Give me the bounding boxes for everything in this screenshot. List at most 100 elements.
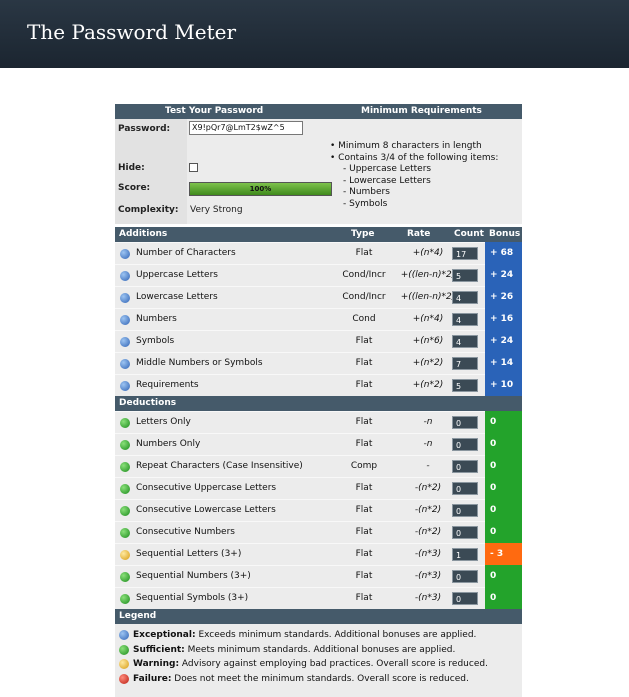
row-name: Numbers Only	[136, 439, 201, 449]
check-icon[interactable]	[120, 484, 130, 494]
row-rate: +(n*4)	[412, 248, 444, 258]
row-rate: +(n*4)	[412, 314, 444, 324]
test-section: Password: X9!pQr7@LmT2$wZ^5 Hide: Score:…	[115, 119, 522, 224]
site-header: The Password Meter	[0, 0, 629, 68]
rate-column-heading: Rate	[407, 229, 431, 239]
row-type: Flat	[355, 571, 373, 581]
info-icon[interactable]	[120, 381, 130, 391]
row-name: Numbers	[136, 314, 177, 324]
legend-item: Exceptional: Exceeds minimum standards. …	[115, 628, 522, 643]
legend-term: Sufficient:	[133, 644, 185, 655]
row-type: Cond/Incr	[342, 270, 386, 280]
deduction-row: Sequential Numbers (3+) Flat -(n*3) 0 0	[115, 565, 522, 588]
row-name: Middle Numbers or Symbols	[136, 358, 263, 368]
row-name: Consecutive Uppercase Letters	[136, 483, 277, 493]
complexity-label: Complexity:	[118, 205, 179, 215]
requirement-item: - Numbers	[343, 187, 390, 197]
deduction-row: Letters Only Flat -n 0 0	[115, 411, 522, 434]
row-count: 4	[452, 335, 478, 348]
row-rate: +((len-n)*2)	[400, 292, 456, 302]
deduction-row: Consecutive Uppercase Letters Flat -(n*2) 0…	[115, 477, 522, 500]
row-name: Sequential Numbers (3+)	[136, 571, 251, 581]
row-count: 0	[452, 482, 478, 495]
check-icon[interactable]	[120, 572, 130, 582]
requirement-item: - Symbols	[343, 198, 388, 209]
row-name: Symbols	[136, 336, 175, 346]
count-column-heading: Count	[454, 229, 484, 239]
row-type: Cond/Incr	[342, 292, 386, 302]
info-icon[interactable]	[120, 359, 130, 369]
row-count: 0	[452, 416, 478, 429]
row-rate: -(n*3)	[414, 549, 442, 559]
addition-row: Numbers Cond +(n*4) 4 + 16	[115, 308, 522, 331]
legend-item: Sufficient: Meets minimum standards. Add…	[115, 643, 522, 658]
row-type: Comp	[350, 461, 378, 471]
legend-text: Exceeds minimum standards. Additional bo…	[195, 630, 477, 640]
row-type: Flat	[355, 380, 373, 390]
row-rate: -n	[423, 417, 433, 427]
test-section-header: Test Your Password Minimum Requirements	[115, 104, 522, 119]
info-icon[interactable]	[120, 249, 130, 259]
deductions-header: Deductions	[115, 396, 522, 411]
check-icon[interactable]	[120, 462, 130, 472]
row-count: 0	[452, 592, 478, 605]
check-icon[interactable]	[120, 594, 130, 604]
legend-header: Legend	[115, 609, 522, 624]
addition-row: Middle Numbers or Symbols Flat +(n*2) 7 + 14	[115, 352, 522, 375]
info-icon[interactable]	[120, 337, 130, 347]
score-bar: 100%	[189, 182, 332, 196]
addition-row: Requirements Flat +(n*2) 5 + 10	[115, 374, 522, 397]
row-type: Flat	[355, 593, 373, 603]
addition-row: Lowercase Letters Cond/Incr +((len-n)*2) 4 +…	[115, 286, 522, 309]
row-name: Uppercase Letters	[136, 270, 218, 280]
row-rate: -(n*2)	[414, 505, 442, 515]
requirement-item: - Lowercase Letters	[343, 175, 431, 186]
info-icon[interactable]	[120, 271, 130, 281]
row-bonus: + 68	[485, 242, 522, 265]
row-bonus: + 16	[485, 308, 522, 331]
row-type: Flat	[355, 417, 373, 427]
addition-row: Uppercase Letters Cond/Incr +((len-n)*2) 5 +…	[115, 264, 522, 287]
row-count: 0	[452, 570, 478, 583]
deduction-row: Numbers Only Flat -n 0 0	[115, 433, 522, 456]
row-rate: -(n*3)	[414, 593, 442, 603]
row-count: 17	[452, 247, 478, 260]
row-name: Letters Only	[136, 417, 191, 427]
info-icon[interactable]	[120, 293, 130, 303]
row-name: Requirements	[136, 380, 199, 390]
row-rate: +((len-n)*2)	[400, 270, 456, 280]
deductions-heading: Deductions	[119, 398, 177, 408]
requirements-heading: Minimum Requirements	[361, 106, 482, 116]
check-icon	[119, 644, 129, 655]
check-icon[interactable]	[120, 418, 130, 428]
row-bonus: 0	[485, 565, 522, 588]
hide-checkbox[interactable]	[189, 163, 198, 172]
row-rate: -n	[423, 439, 433, 449]
row-type: Flat	[355, 549, 373, 559]
row-rate: -	[426, 461, 430, 471]
row-bonus: 0	[485, 521, 522, 544]
check-icon[interactable]	[120, 506, 130, 516]
info-icon	[119, 630, 129, 640]
row-rate: +(n*2)	[412, 358, 444, 368]
complexity-value: Very Strong	[190, 205, 243, 215]
deduction-row: Sequential Symbols (3+) Flat -(n*3) 0 0	[115, 587, 522, 610]
row-count: 0	[452, 460, 478, 473]
legend-text: Advisory against employing bad practices…	[179, 659, 488, 669]
warning-icon	[119, 659, 129, 669]
row-name: Number of Characters	[136, 248, 236, 258]
deduction-row: Sequential Letters (3+) Flat -(n*3) 1 - 3	[115, 543, 522, 566]
legend-list: Exceptional: Exceeds minimum standards. …	[115, 624, 522, 697]
check-icon[interactable]	[120, 528, 130, 538]
warning-icon[interactable]	[120, 550, 130, 560]
legend-heading: Legend	[119, 611, 157, 621]
password-meter-panel: Test Your Password Minimum Requirements …	[115, 104, 522, 697]
legend-text: Meets minimum standards. Additional bonu…	[184, 644, 456, 655]
deduction-row: Repeat Characters (Case Insensitive) Comp…	[115, 455, 522, 478]
additions-table: Number of Characters Flat +(n*4) 17 + 68 Uppe…	[115, 242, 522, 397]
row-count: 4	[452, 291, 478, 304]
check-icon[interactable]	[120, 440, 130, 450]
info-icon[interactable]	[120, 315, 130, 325]
password-input[interactable]: X9!pQr7@LmT2$wZ^5	[189, 121, 303, 135]
row-bonus: + 14	[485, 352, 522, 375]
